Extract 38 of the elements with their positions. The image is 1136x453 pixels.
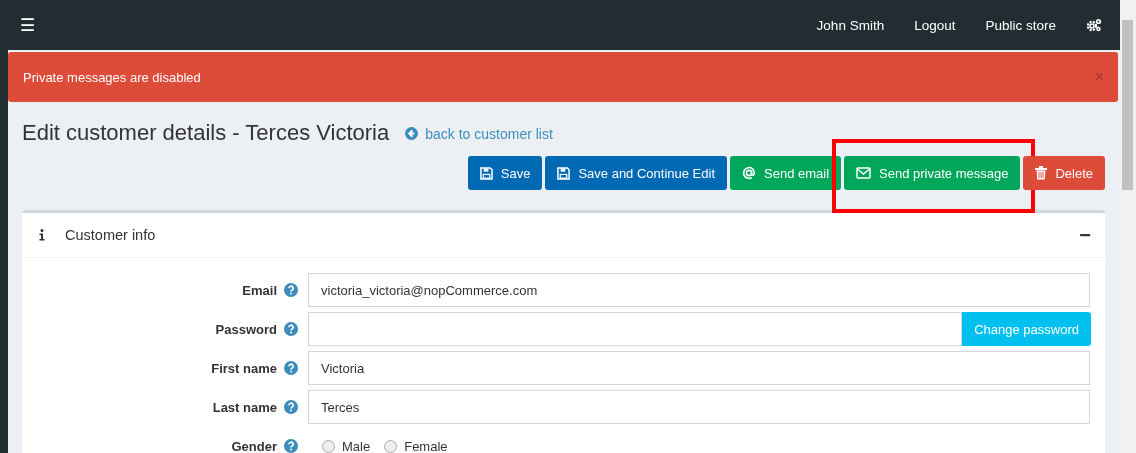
radio-label[interactable]: Male: [342, 438, 371, 453]
info-icon: [39, 229, 45, 241]
alert-message: Private messages are disabled: [23, 69, 201, 85]
password-field[interactable]: [308, 312, 963, 346]
scrollbar-thumb[interactable]: [1122, 20, 1133, 190]
input-field[interactable]: Terces: [308, 390, 1090, 424]
action-button[interactable]: Delete: [1023, 156, 1105, 190]
field-label: Email: [241, 282, 277, 298]
radio-button[interactable]: [384, 439, 398, 453]
input-field[interactable]: Victoria: [308, 351, 1090, 385]
radio-label[interactable]: Female: [404, 438, 448, 453]
help-icon[interactable]: [284, 283, 298, 297]
menu-icon[interactable]: ☰: [20, 14, 35, 36]
save-icon: [557, 166, 571, 180]
field-label: Gender: [230, 438, 277, 453]
nav-link[interactable]: Public store: [985, 17, 1056, 33]
panel-title: Customer info: [65, 227, 156, 243]
input-field[interactable]: victoria_victoria@nopCommerce.com: [308, 273, 1090, 307]
help-icon[interactable]: [284, 400, 298, 414]
envelope-icon: [856, 167, 872, 179]
page-title: Edit customer details - Terces Victoria: [22, 120, 390, 146]
action-button[interactable]: Save and Continue Edit: [545, 156, 727, 190]
action-button[interactable]: Save: [467, 156, 543, 190]
radio-button[interactable]: [322, 439, 335, 453]
save-icon: [479, 166, 493, 180]
field-label: Password: [214, 321, 277, 337]
at-sign-icon: [742, 166, 756, 180]
collapse-button[interactable]: −: [1079, 223, 1091, 247]
field-label: Last name: [211, 399, 277, 415]
trash-icon: [1035, 166, 1048, 180]
field-label: First name: [210, 360, 277, 376]
help-icon[interactable]: [284, 361, 298, 375]
gears-icon[interactable]: [1086, 18, 1102, 32]
nav-link[interactable]: Logout: [914, 17, 956, 33]
help-icon[interactable]: [284, 439, 298, 453]
help-icon[interactable]: [284, 322, 298, 336]
nav-link[interactable]: John Smith: [816, 17, 885, 33]
back-arrow-icon[interactable]: [405, 127, 419, 140]
